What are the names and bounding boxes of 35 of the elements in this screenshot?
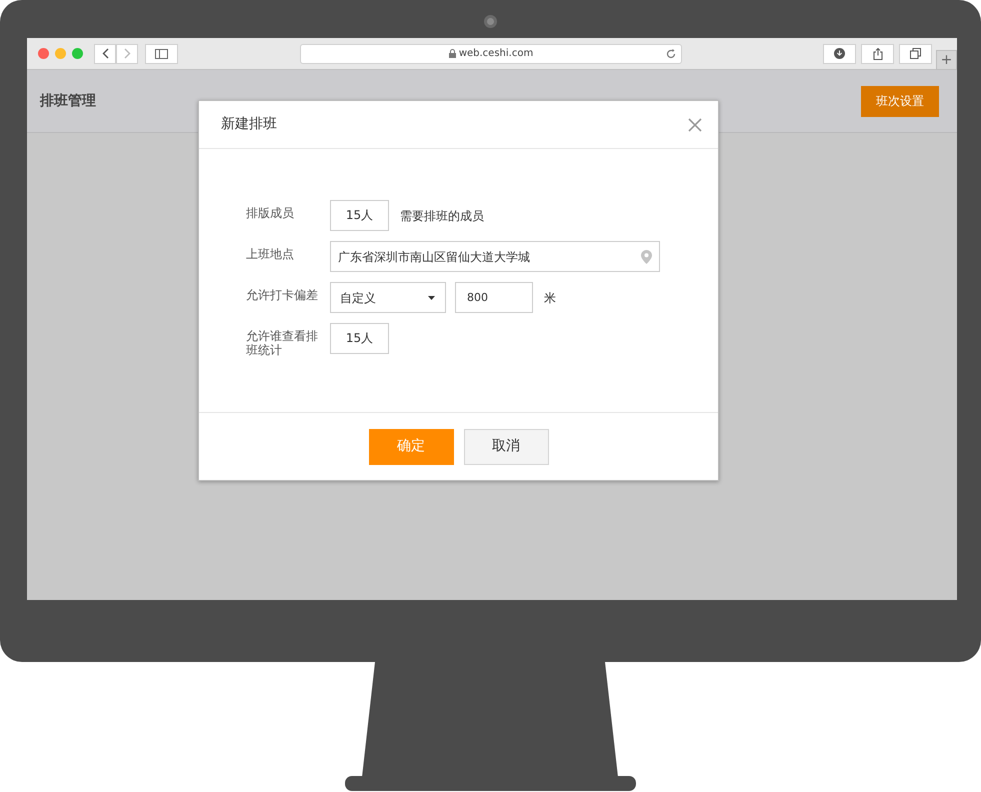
- back-button[interactable]: [94, 44, 116, 64]
- location-field[interactable]: 广东省深圳市南山区留仙大道大学城: [330, 241, 660, 272]
- address-bar[interactable]: web.ceshi.com: [300, 44, 682, 64]
- sidebar-toggle-button[interactable]: [145, 44, 178, 64]
- chevron-left-icon: [102, 48, 108, 59]
- input-field[interactable]: 15人: [330, 323, 389, 354]
- lock-icon: [448, 49, 456, 58]
- new-tab-button[interactable]: +: [936, 50, 957, 70]
- page-title: 排班管理: [40, 92, 96, 110]
- field-label: 上班地点: [246, 246, 295, 261]
- field-label: 允许打卡偏差: [246, 287, 319, 302]
- tabs-button[interactable]: [899, 44, 932, 64]
- close-icon[interactable]: [38, 48, 49, 59]
- caret-icon: [428, 296, 435, 300]
- dialog-title: 新建排班: [221, 115, 277, 134]
- sidebar-icon: [155, 48, 168, 58]
- field-label: 允许谁查看排班统计: [246, 328, 319, 357]
- input-field[interactable]: 15人: [330, 200, 389, 231]
- field-label: 排版成员: [246, 205, 295, 220]
- chevron-right-icon: [124, 48, 130, 59]
- number-field[interactable]: 800: [455, 282, 533, 313]
- url-text: web.ceshi.com: [458, 47, 534, 61]
- reload-icon[interactable]: [666, 48, 676, 58]
- share-button[interactable]: [861, 44, 894, 64]
- tabs-icon: [910, 48, 921, 59]
- download-button[interactable]: [823, 44, 856, 64]
- map-pin-icon: [641, 250, 652, 264]
- share-icon: [872, 48, 882, 60]
- close-icon[interactable]: [688, 118, 702, 132]
- unit-label: 米: [544, 290, 556, 306]
- hint-text: 需要排班的成员: [400, 208, 484, 224]
- camera-icon: [484, 15, 497, 28]
- select-dropdown[interactable]: 自定义: [330, 282, 446, 313]
- cancel-button[interactable]: 取消: [464, 428, 548, 464]
- download-icon: [834, 48, 845, 59]
